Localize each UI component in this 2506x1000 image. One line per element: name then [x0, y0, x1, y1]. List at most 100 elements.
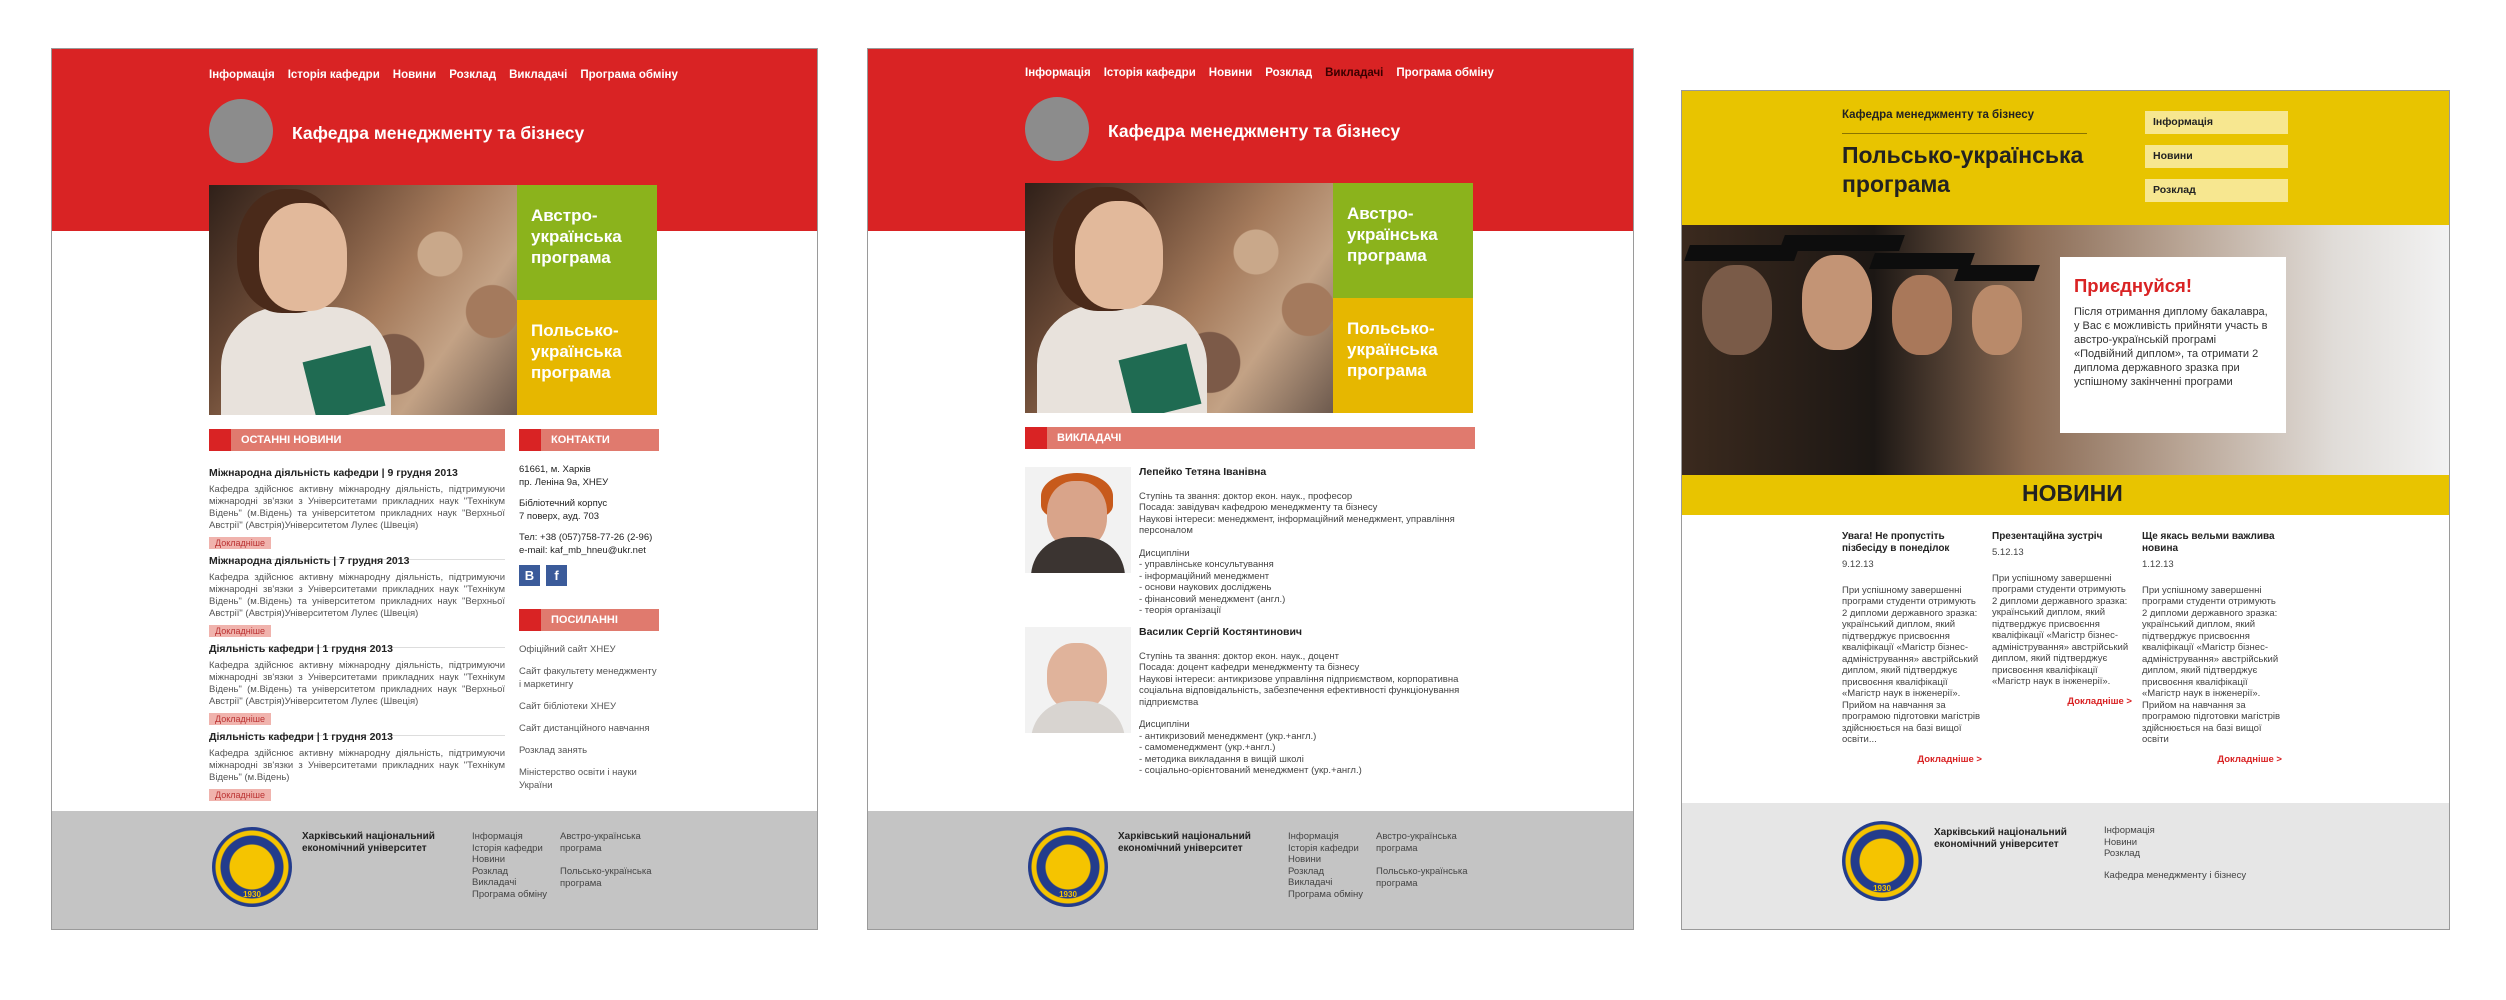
students-photo	[209, 185, 517, 415]
nav-exchange[interactable]: Програма обміну	[580, 69, 678, 81]
more-link[interactable]: Докладніше >	[1992, 696, 2132, 708]
main-nav: Інформація Історія кафедри Новини Розкла…	[1025, 67, 1494, 79]
polish-program-tile[interactable]: Польсько-українська програма	[1333, 298, 1473, 413]
footer-link[interactable]: Інформація	[472, 831, 552, 843]
footer-link[interactable]: Польсько-українська програма	[1376, 866, 1468, 889]
discipline: - методика викладання в вищій школі	[1139, 753, 1304, 765]
footer-link[interactable]: Розклад	[472, 866, 552, 878]
footer-link[interactable]: Інформація	[2104, 825, 2274, 837]
phone: Тел: +38 (057)758-77-26 (2-96)	[519, 532, 653, 543]
email-link[interactable]: e-mail: kaf_mb_hneu@ukr.net	[519, 544, 659, 557]
footer-link[interactable]: Новини	[472, 854, 552, 866]
more-button[interactable]: Докладніше	[209, 625, 271, 637]
footer-link[interactable]: Історія кафедри	[1288, 843, 1368, 855]
teacher-name[interactable]: Лепейко Тетяна Іванівна	[1139, 466, 1475, 479]
nav-history[interactable]: Історія кафедри	[1104, 67, 1196, 79]
department-link[interactable]: Кафедра менеджменту та бізнесу	[1842, 109, 2034, 121]
news-title[interactable]: Увага! Не пропустіть пізбесіду в понеділ…	[1842, 531, 1982, 555]
hero-banner: Австро-українська програма Польсько-укра…	[209, 185, 657, 415]
facebook-icon[interactable]: f	[546, 565, 567, 586]
teacher-card: Лепейко Тетяна Іванівна Ступінь та званн…	[1025, 466, 1475, 616]
footer-programs: Австро-українська програма Польсько-укра…	[1376, 831, 1468, 889]
main-nav: Інформація Історія кафедри Новини Розкла…	[209, 69, 678, 81]
disciplines-label: Дисципліни	[1139, 547, 1190, 559]
link-item[interactable]: Міністерство освіти і науки України	[519, 766, 659, 792]
menu-schedule[interactable]: Розклад	[2145, 179, 2288, 202]
news-title[interactable]: Діяльність кафедри | 1 грудня 2013	[209, 643, 505, 655]
menu-info[interactable]: Інформація	[2145, 111, 2288, 134]
footer-link[interactable]: Викладачі	[472, 877, 552, 889]
home-page-mockup: Інформація Історія кафедри Новини Розкла…	[51, 48, 818, 930]
nav-exchange[interactable]: Програма обміну	[1396, 67, 1494, 79]
footer-link[interactable]: Розклад	[1288, 866, 1368, 878]
news-title[interactable]: Міжнародна діяльність кафедри | 9 грудня…	[209, 467, 505, 479]
students-photo	[1025, 183, 1333, 413]
address-line: 61661, м. Харків	[519, 464, 591, 475]
nav-schedule[interactable]: Розклад	[449, 69, 496, 81]
link-item[interactable]: Розклад занять	[519, 744, 659, 757]
vk-icon[interactable]: В	[519, 565, 540, 586]
footer-link[interactable]: Програма обміну	[1288, 889, 1368, 901]
link-item[interactable]: Сайт дистанційного навчання	[519, 722, 659, 735]
link-item[interactable]: Офіційний сайт ХНЕУ	[519, 643, 659, 656]
footer-link[interactable]: Викладачі	[1288, 877, 1368, 889]
teacher-interests: Наукові інтереси: антикризове управління…	[1139, 673, 1460, 708]
news-title[interactable]: Ще якась вельми важлива новина	[2142, 531, 2282, 555]
footer-link[interactable]: Австро-українська програма	[1376, 831, 1468, 854]
logo-placeholder[interactable]	[1025, 97, 1089, 161]
nav-history[interactable]: Історія кафедри	[288, 69, 380, 81]
teacher-info: Василик Сергій Костянтинович Ступінь та …	[1139, 626, 1475, 777]
more-button[interactable]: Докладніше	[209, 713, 271, 725]
logo-placeholder[interactable]	[209, 99, 273, 163]
more-button[interactable]: Докладніше	[209, 789, 271, 801]
nav-teachers[interactable]: Викладачі	[509, 69, 567, 81]
teacher-info: Лепейко Тетяна Іванівна Ступінь та званн…	[1139, 466, 1475, 617]
link-item[interactable]: Сайт факультету менеджменту і маркетингу	[519, 665, 659, 691]
footer-link[interactable]: Австро-українська програма	[560, 831, 652, 854]
discipline: - антикризовий менеджмент (укр.+англ.)	[1139, 730, 1317, 742]
more-button[interactable]: Докладніше	[209, 537, 271, 549]
contacts-header: КОНТАКТИ	[519, 429, 659, 451]
link-item[interactable]: Сайт бібліотеки ХНЕУ	[519, 700, 659, 713]
university-name: Харківський національний економічний уні…	[302, 831, 435, 854]
nav-info[interactable]: Інформація	[209, 69, 275, 81]
news-heading: НОВИНИ	[2022, 480, 2123, 506]
news-item: Діяльність кафедри | 1 грудня 2013 Кафед…	[209, 643, 505, 736]
program-page-mockup: Кафедра менеджменту та бізнесу Польсько-…	[1681, 90, 2450, 930]
footer-link[interactable]: Розклад	[2104, 848, 2274, 860]
nav-info[interactable]: Інформація	[1025, 67, 1091, 79]
nav-news[interactable]: Новини	[393, 69, 436, 81]
nav-teachers[interactable]: Викладачі	[1325, 67, 1383, 79]
disciplines-label: Дисципліни	[1139, 719, 1190, 730]
social-links: В f	[519, 565, 659, 586]
footer-link[interactable]: Історія кафедри	[472, 843, 552, 855]
footer-nav: Інформація Новини Розклад Кафедра менедж…	[2104, 825, 2274, 881]
footer-link[interactable]: Інформація	[1288, 831, 1368, 843]
teacher-name[interactable]: Василик Сергій Костянтинович	[1139, 626, 1475, 639]
polish-program-tile[interactable]: Польсько-українська програма	[517, 300, 657, 415]
austro-program-tile[interactable]: Австро-українська програма	[517, 185, 657, 300]
university-name: Харківський національний економічний уні…	[1934, 827, 2067, 850]
more-link[interactable]: Докладніше >	[2142, 754, 2282, 766]
austro-program-tile[interactable]: Австро-українська програма	[1333, 183, 1473, 298]
news-title[interactable]: Міжнародна діяльність | 7 грудня 2013	[209, 555, 505, 567]
hero-banner: Австро-українська програма Польсько-укра…	[1025, 183, 1473, 413]
news-title[interactable]: Презентаційна зустріч	[1992, 531, 2132, 543]
teacher-interests: Наукові інтереси: менеджмент, інформацій…	[1139, 513, 1455, 537]
discipline: - фінансовий менеджмент (англ.)	[1139, 593, 1286, 605]
teacher-photo	[1025, 627, 1131, 733]
news-band: НОВИНИ	[1682, 475, 2449, 515]
footer-link[interactable]: Новини	[1288, 854, 1368, 866]
news-item: Міжнародна діяльність | 7 грудня 2013 Ка…	[209, 555, 505, 648]
more-link[interactable]: Докладніше >	[1842, 754, 1982, 766]
footer-link[interactable]: Кафедра менеджменту і бізнесу	[2104, 870, 2274, 882]
footer-link[interactable]: Програма обміну	[472, 889, 552, 901]
news-title[interactable]: Діяльність кафедри | 1 грудня 2013	[209, 731, 505, 743]
nav-news[interactable]: Новини	[1209, 67, 1252, 79]
menu-news[interactable]: Новини	[2145, 145, 2288, 168]
footer-link[interactable]: Новини	[2104, 837, 2274, 849]
footer-link[interactable]: Польсько-українська програма	[560, 866, 652, 889]
nav-schedule[interactable]: Розклад	[1265, 67, 1312, 79]
footer: 1930 Харківський національний економічни…	[1682, 803, 2449, 929]
news-date: 5.12.13	[1992, 547, 2024, 558]
